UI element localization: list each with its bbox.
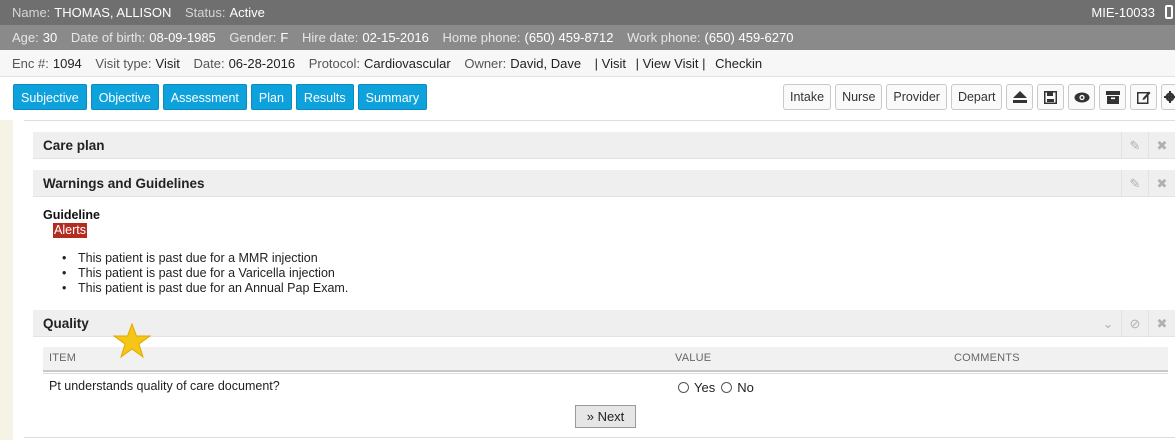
column-item: ITEM [49, 352, 77, 364]
provider-button[interactable]: Provider [886, 84, 947, 110]
care-plan-section-header: Care plan ✎ ✖ [33, 132, 1175, 159]
encounter-number: 1094 [52, 56, 82, 71]
visit-type: Visit [155, 56, 180, 71]
warnings-title: Warnings and Guidelines [43, 176, 205, 191]
no-label: No [737, 380, 754, 395]
alert-item: This patient is past due for a MMR injec… [62, 251, 348, 266]
tab-plan[interactable]: Plan [250, 84, 292, 110]
yes-label: Yes [694, 380, 716, 395]
double-chevron-down-icon: » [586, 409, 594, 424]
encounter-date: 06-28-2016 [228, 56, 296, 71]
content-divider [24, 120, 1175, 121]
age-label: Age: [12, 30, 39, 45]
column-value: VALUE [675, 352, 712, 364]
close-icon[interactable]: ✖ [1148, 310, 1175, 337]
quality-answer-radios: Yes No [678, 380, 760, 395]
intake-button[interactable]: Intake [783, 84, 832, 110]
encounter-bar: Enc #: 1094 Visit type: Visit Date: 06-28-2… [0, 50, 1175, 77]
edit-icon[interactable] [1130, 84, 1158, 110]
alert-item: This patient is past due for an Annual P… [62, 281, 348, 296]
patient-home-phone: (650) 459-8712 [524, 30, 614, 45]
eye-icon[interactable] [1068, 84, 1096, 110]
archive-icon[interactable] [1099, 84, 1127, 110]
pencil-icon[interactable]: ✎ [1121, 132, 1148, 159]
gender-label: Gender: [229, 30, 277, 45]
patient-age: 30 [42, 30, 58, 45]
nurse-button[interactable]: Nurse [835, 84, 883, 110]
visit-link[interactable]: | Visit [595, 56, 626, 71]
tab-objective[interactable]: Objective [90, 84, 159, 110]
column-comments: COMMENTS [954, 352, 1020, 364]
encounter-owner: David, Dave [510, 56, 582, 71]
checkin-link[interactable]: Checkin [715, 56, 762, 71]
dob-label: Date of birth: [70, 30, 146, 45]
care-plan-title: Care plan [43, 138, 105, 153]
soap-tabs: Subjective Objective Assessment Plan Res… [13, 84, 428, 110]
patient-work-phone: (650) 459-6270 [704, 30, 794, 45]
home-phone-label: Home phone: [442, 30, 521, 45]
patient-mrn: MIE-10033 [1091, 5, 1155, 20]
hire-label: Hire date: [301, 30, 359, 45]
encounter-protocol: Cardiovascular [364, 56, 451, 71]
visit-type-label: Visit type: [95, 56, 152, 71]
left-margin-strip [0, 120, 13, 440]
pencil-icon[interactable]: ✎ [1121, 170, 1148, 197]
quality-question: Pt understands quality of care document? [49, 379, 280, 393]
patient-name: THOMAS, ALLISON [54, 5, 172, 20]
patient-header-bar: Name: THOMAS, ALLISON Status: Active MIE-1… [0, 0, 1175, 25]
enc-label: Enc #: [12, 56, 49, 71]
tab-summary[interactable]: Summary [357, 84, 428, 110]
depart-button[interactable]: Depart [950, 84, 1003, 110]
alert-list: This patient is past due for a MMR injec… [62, 251, 348, 296]
quality-title: Quality [43, 316, 89, 331]
table-divider [43, 373, 1168, 374]
quality-table-header: ITEM VALUE COMMENTS [43, 347, 1168, 372]
yes-radio[interactable] [678, 382, 689, 393]
guideline-title: Guideline [43, 208, 100, 222]
guideline-block: Guideline [43, 208, 100, 222]
no-radio[interactable] [721, 382, 733, 393]
patient-details-bar: Age: 30 Date of birth: 08-09-1985 Gender: F… [0, 25, 1175, 50]
star-icon [112, 323, 152, 359]
patient-gender: F [280, 30, 289, 45]
save-icon[interactable] [1037, 84, 1065, 110]
patient-status: Active [229, 5, 265, 20]
encounter-toolbar: Intake Nurse Provider Depart [783, 84, 1175, 110]
patient-dob: 08-09-1985 [149, 30, 216, 45]
close-icon[interactable]: ✖ [1148, 132, 1175, 159]
next-button[interactable]: » Next [575, 405, 636, 428]
bottom-divider [24, 437, 1175, 438]
status-label: Status: [184, 5, 226, 20]
close-icon[interactable]: ✖ [1148, 170, 1175, 197]
disable-icon[interactable]: ⊘ [1121, 310, 1148, 337]
view-visit-link[interactable]: | View Visit | [636, 56, 706, 71]
eject-icon[interactable] [1006, 84, 1034, 110]
quality-section-header: Quality ⌄ ⊘ ✖ [33, 310, 1175, 337]
patient-hire-date: 02-15-2016 [362, 30, 429, 45]
next-label: Next [597, 409, 625, 424]
owner-label: Owner: [464, 56, 507, 71]
document-icon[interactable] [1165, 5, 1173, 19]
gear-icon[interactable] [1161, 84, 1175, 110]
alerts-badge: Alerts [53, 223, 87, 238]
date-label: Date: [193, 56, 225, 71]
chevron-down-icon[interactable]: ⌄ [1095, 310, 1121, 337]
tab-results[interactable]: Results [295, 84, 354, 110]
protocol-label: Protocol: [308, 56, 360, 71]
work-phone-label: Work phone: [627, 30, 701, 45]
patient-summary: Name: THOMAS, ALLISON Status: Active [12, 5, 275, 20]
name-label: Name: [12, 5, 51, 20]
alert-item: This patient is past due for a Varicella… [62, 266, 348, 281]
warnings-section-header: Warnings and Guidelines ✎ ✖ [33, 170, 1175, 197]
tab-subjective[interactable]: Subjective [13, 84, 87, 110]
tab-assessment[interactable]: Assessment [162, 84, 247, 110]
